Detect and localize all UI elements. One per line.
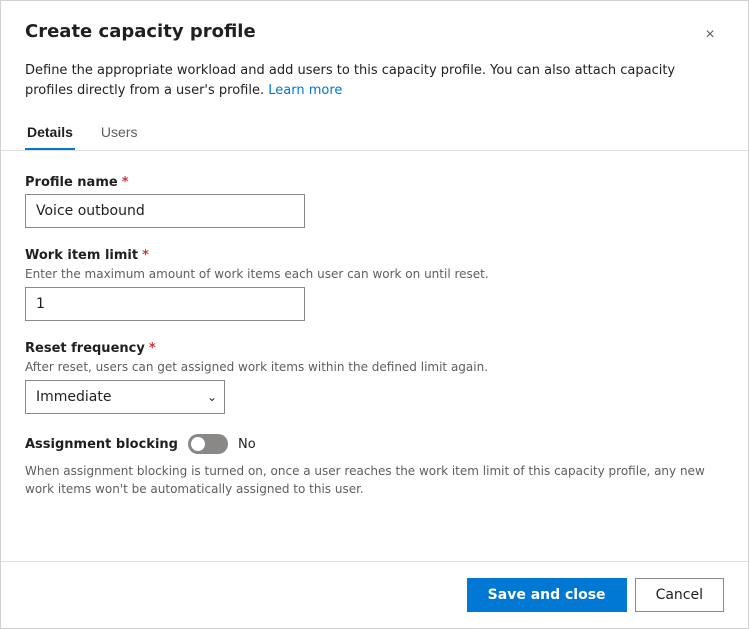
form-body: Profile name* Work item limit* Enter the… [1, 151, 748, 561]
profile-name-label: Profile name* [25, 175, 724, 190]
reset-frequency-select[interactable]: Immediate Daily Weekly [25, 380, 225, 414]
tab-users[interactable]: Users [99, 116, 140, 150]
work-item-limit-label: Work item limit* [25, 248, 724, 263]
save-and-close-button[interactable]: Save and close [467, 578, 627, 612]
assignment-blocking-label: Assignment blocking [25, 437, 178, 452]
toggle-slider [188, 434, 228, 454]
assignment-blocking-row: Assignment blocking No [25, 434, 724, 454]
assignment-blocking-status: No [238, 437, 256, 452]
reset-frequency-group: Reset frequency* After reset, users can … [25, 341, 724, 414]
reset-frequency-select-wrapper: Immediate Daily Weekly ⌄ [25, 380, 225, 414]
profile-name-input[interactable] [25, 194, 305, 228]
assignment-blocking-toggle[interactable] [188, 434, 228, 454]
required-marker: * [122, 175, 129, 190]
assignment-blocking-group: Assignment blocking No When assignment b… [25, 434, 724, 498]
learn-more-link[interactable]: Learn more [268, 83, 342, 98]
modal-description: Define the appropriate workload and add … [1, 61, 748, 116]
description-text: Define the appropriate workload and add … [25, 63, 675, 98]
work-item-limit-hint: Enter the maximum amount of work items e… [25, 267, 724, 281]
modal-header: Create capacity profile × [1, 1, 748, 61]
reset-frequency-label: Reset frequency* [25, 341, 724, 356]
modal-dialog: Create capacity profile × Define the app… [0, 0, 749, 629]
cancel-button[interactable]: Cancel [635, 578, 724, 612]
reset-frequency-hint: After reset, users can get assigned work… [25, 360, 724, 374]
required-marker-2: * [142, 248, 149, 263]
modal-footer: Save and close Cancel [1, 561, 748, 628]
profile-name-group: Profile name* [25, 175, 724, 228]
tab-details[interactable]: Details [25, 116, 75, 150]
work-item-limit-input[interactable] [25, 287, 305, 321]
assignment-blocking-description: When assignment blocking is turned on, o… [25, 462, 705, 498]
close-button[interactable]: × [696, 21, 724, 49]
close-icon: × [705, 26, 714, 44]
work-item-limit-group: Work item limit* Enter the maximum amoun… [25, 248, 724, 321]
modal-title: Create capacity profile [25, 21, 256, 42]
required-marker-3: * [149, 341, 156, 356]
tab-bar: Details Users [1, 116, 748, 151]
